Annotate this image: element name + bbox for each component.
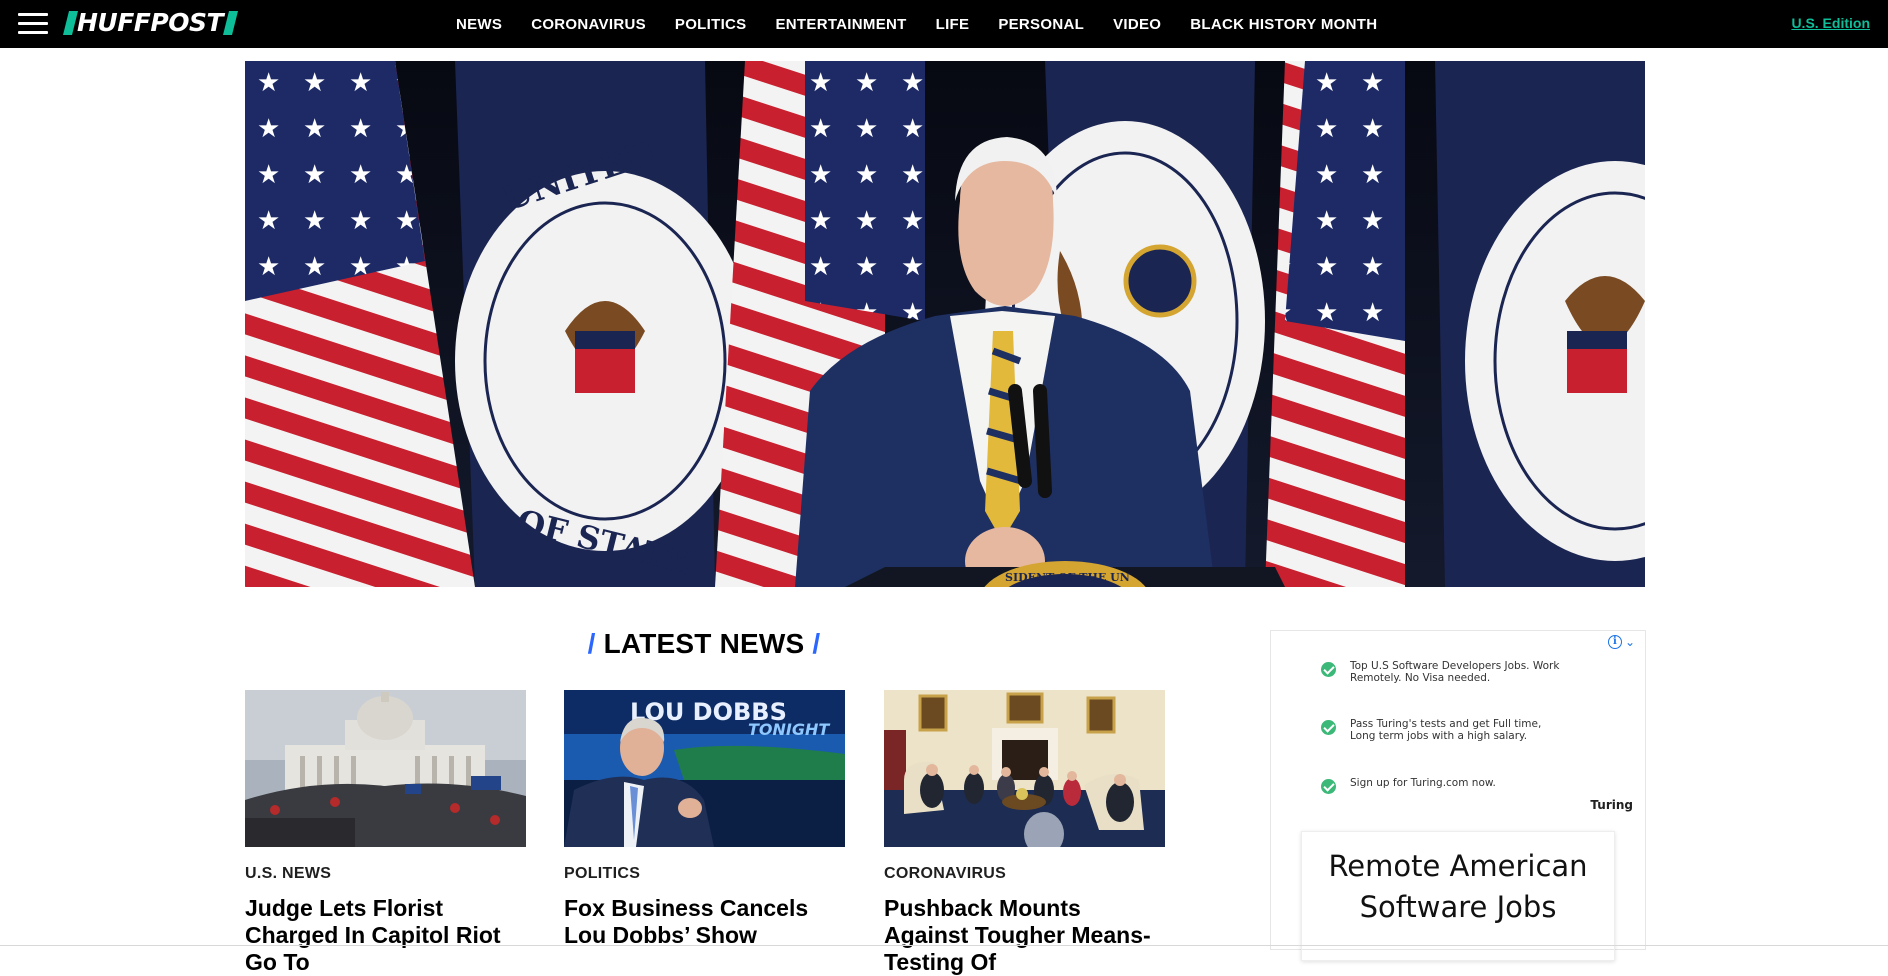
card-headline[interactable]: Fox Business Cancels Lou Dobbs’ Show — [564, 895, 845, 949]
nav-personal[interactable]: PERSONAL — [998, 16, 1084, 33]
latest-news-title: / LATEST NEWS / — [245, 628, 1163, 660]
main-nav: NEWS CORONAVIRUS POLITICS ENTERTAINMENT … — [456, 0, 1406, 48]
logo-text: HUFFPOST — [77, 8, 224, 37]
card-image-capitol[interactable] — [245, 690, 526, 847]
card-headline[interactable]: Judge Lets Florist Charged In Capitol Ri… — [245, 895, 526, 976]
ad-bullet-text: Pass Turing's tests and get Full time, L… — [1350, 718, 1542, 742]
ad-headline[interactable]: Remote American Software Jobs — [1302, 846, 1614, 928]
ad-bullet-text: Top U.S Software Developers Jobs. Work R… — [1350, 660, 1560, 684]
logo-bar-right — [223, 11, 239, 35]
ad-creative-box[interactable]: Remote American Software Jobs — [1301, 831, 1615, 961]
nav-news[interactable]: NEWS — [456, 16, 502, 33]
card-category[interactable]: U.S. NEWS — [245, 865, 526, 883]
card-category[interactable]: CORONAVIRUS — [884, 865, 1165, 883]
edition-link[interactable]: U.S. Edition — [1791, 15, 1870, 31]
title-slash-left: / — [587, 628, 596, 659]
nav-video[interactable]: VIDEO — [1113, 16, 1161, 33]
logo-bar-left — [63, 11, 78, 35]
ad-bullet-text: Sign up for Turing.com now. — [1350, 777, 1496, 789]
state-flag-3 — [1435, 61, 1645, 587]
ad-choices[interactable]: i ⌄ — [1607, 635, 1635, 649]
menu-icon[interactable] — [18, 12, 48, 34]
advertisement[interactable]: i ⌄ Top U.S Software Developers Jobs. Wo… — [1270, 630, 1646, 961]
ad-bullet-2: Pass Turing's tests and get Full time, L… — [1321, 718, 1570, 742]
huffpost-logo[interactable]: HUFFPOST — [63, 8, 239, 37]
capitol-illustration — [245, 690, 526, 847]
check-icon — [1321, 720, 1336, 735]
news-card-1[interactable]: U.S. NEWS Judge Lets Florist Charged In … — [245, 690, 526, 976]
american-flag-3 — [1265, 61, 1405, 587]
news-card-3[interactable]: CORONAVIRUS Pushback Mounts Against Toug… — [884, 690, 1165, 976]
svg-text:TONIGHT: TONIGHT — [748, 720, 830, 739]
chevron-down-icon[interactable]: ⌄ — [1625, 636, 1635, 648]
ad-brand[interactable]: Turing — [1590, 798, 1633, 812]
check-icon — [1321, 779, 1336, 794]
news-card-2[interactable]: LOU DOBBS TONIGHT POLITICS Fox Business … — [564, 690, 845, 949]
lou-dobbs-illustration: LOU DOBBS TONIGHT — [564, 690, 845, 847]
hero-image[interactable]: ★ UNITED OF STATE — [245, 61, 1645, 587]
card-headline[interactable]: Pushback Mounts Against Tougher Means-Te… — [884, 895, 1165, 976]
card-category[interactable]: POLITICS — [564, 865, 845, 883]
nav-entertainment[interactable]: ENTERTAINMENT — [775, 16, 906, 33]
ad-bullet-3: Sign up for Turing.com now. — [1321, 777, 1570, 794]
nav-politics[interactable]: POLITICS — [675, 16, 747, 33]
card-image-lou-dobbs[interactable]: LOU DOBBS TONIGHT — [564, 690, 845, 847]
title-slash-right: / — [812, 628, 821, 659]
ad-bullet-1: Top U.S Software Developers Jobs. Work R… — [1321, 660, 1570, 684]
nav-coronavirus[interactable]: CORONAVIRUS — [531, 16, 646, 33]
top-navigation-bar: HUFFPOST NEWS CORONAVIRUS POLITICS ENTER… — [0, 0, 1888, 48]
card-image-oval-office[interactable] — [884, 690, 1165, 847]
nav-life[interactable]: LIFE — [936, 16, 970, 33]
nav-black-history-month[interactable]: BLACK HISTORY MONTH — [1190, 16, 1377, 33]
svg-text:SIDENT OF THE UN: SIDENT OF THE UN — [1005, 571, 1130, 584]
latest-news-label: LATEST NEWS — [603, 628, 805, 659]
hero-illustration: ★ UNITED OF STATE — [245, 61, 1645, 587]
oval-office-illustration — [884, 690, 1165, 847]
info-icon[interactable]: i — [1607, 635, 1622, 649]
check-icon — [1321, 662, 1336, 677]
